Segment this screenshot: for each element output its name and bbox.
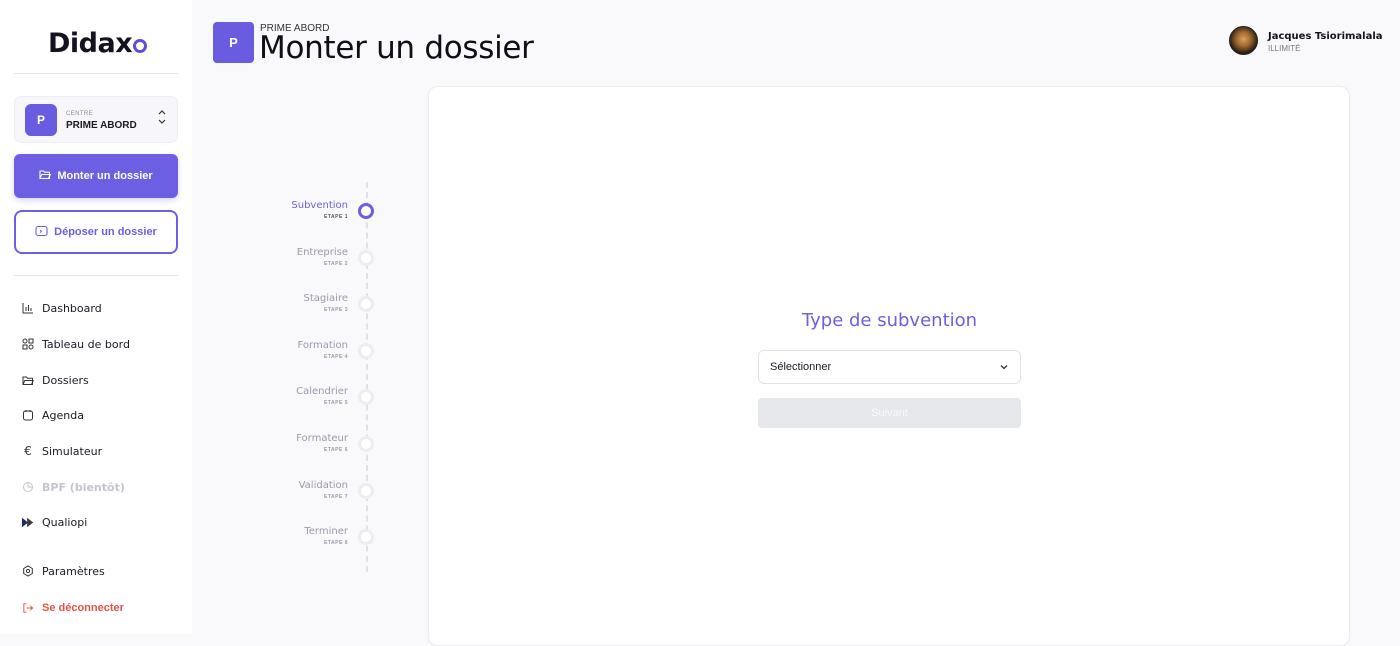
step-4[interactable]: Formation ETAPE 4: [250, 340, 380, 370]
divider: [14, 73, 178, 74]
calendar-icon: [22, 409, 34, 421]
step-indicator: [358, 342, 374, 359]
select-value: Sélectionner: [770, 361, 832, 373]
nav-parametres-label: Paramètres: [42, 564, 105, 578]
logo[interactable]: Didax: [48, 28, 148, 59]
pie-chart-icon: [22, 481, 34, 493]
step-number: ETAPE 2: [324, 260, 348, 267]
nav-qualiopi[interactable]: Qualiopi: [22, 512, 87, 532]
nav-tableau-de-bord[interactable]: Tableau de bord: [22, 334, 130, 354]
step-label: Formateur: [296, 433, 348, 444]
page-title: Monter un dossier: [259, 30, 534, 66]
folder-icon: [22, 374, 34, 386]
step-number: ETAPE 8: [324, 540, 348, 547]
deposer-dossier-label: Déposer un dossier: [54, 226, 157, 238]
step-8[interactable]: Terminer ETAPE 8: [250, 526, 380, 556]
user-profile[interactable]: Jacques Tsiorimalala ILLIMITÉ: [1228, 25, 1388, 57]
deposer-dossier-button[interactable]: Déposer un dossier: [14, 210, 178, 254]
step-number: ETAPE 3: [324, 307, 348, 314]
nav-tableau-label: Tableau de bord: [42, 337, 130, 351]
qualiopi-icon: [22, 516, 34, 528]
centre-selector[interactable]: P CENTRE PRIME ABORD: [14, 96, 178, 143]
chevron-up-down-icon: [157, 109, 167, 127]
gear-icon: [22, 565, 34, 577]
nav-dossiers[interactable]: Dossiers: [22, 370, 89, 390]
step-label: Terminer: [304, 526, 348, 538]
nav-dashboard-label: Dashboard: [42, 301, 102, 315]
logout-label: Se déconnecter: [42, 602, 124, 614]
nav-qualiopi-label: Qualiopi: [42, 515, 88, 529]
avatar: [1229, 26, 1258, 55]
step-indicator: [358, 529, 374, 546]
chevron-down-icon: [999, 362, 1009, 372]
step-label: Stagiaire: [303, 293, 348, 305]
bar-chart-icon: [22, 302, 34, 314]
centre-caption: CENTRE: [66, 111, 94, 117]
step-2[interactable]: Entreprise ETAPE 2: [250, 247, 380, 277]
step-1[interactable]: Subvention ETAPE 1: [250, 200, 380, 230]
logo-mark: [133, 39, 148, 53]
step-number: ETAPE 5: [324, 400, 348, 407]
user-plan: ILLIMITÉ: [1268, 44, 1301, 53]
step-5[interactable]: Calendrier ETAPE 5: [250, 386, 380, 416]
step-indicator: [358, 249, 374, 266]
step-7[interactable]: Validation ETAPE 7: [250, 480, 380, 510]
nav-simulateur[interactable]: € Simulateur: [22, 441, 102, 461]
step-indicator: [358, 203, 374, 219]
nav-simulateur-label: Simulateur: [42, 444, 103, 458]
nav-agenda[interactable]: Agenda: [22, 405, 84, 425]
nav-bpf: BPF (bientôt): [22, 477, 125, 497]
user-name: Jacques Tsiorimalala: [1268, 31, 1383, 42]
logout-icon: [22, 602, 34, 614]
next-button[interactable]: Suivant: [758, 398, 1021, 428]
nav-agenda-label: Agenda: [42, 408, 84, 422]
folder-upload-icon: [35, 225, 48, 240]
logout-button[interactable]: Se déconnecter: [22, 598, 124, 618]
step-label: Calendrier: [296, 386, 348, 398]
step-label: Validation: [298, 479, 348, 491]
monter-dossier-label: Monter un dossier: [57, 170, 153, 182]
divider: [14, 275, 178, 276]
form-title: Type de subvention: [801, 310, 978, 331]
centre-name: PRIME ABORD: [66, 120, 137, 131]
next-label: Suivant: [871, 407, 908, 419]
step-number: ETAPE 4: [324, 353, 348, 360]
step-number: ETAPE 6: [324, 447, 348, 453]
nav-dashboard[interactable]: Dashboard: [22, 298, 102, 318]
stepper-track: [366, 182, 368, 572]
monter-dossier-button[interactable]: Monter un dossier: [14, 154, 178, 198]
step-3[interactable]: Stagiaire ETAPE 3: [250, 293, 380, 323]
step-indicator: [358, 436, 374, 452]
sidebar: Didax P CENTRE PRIME ABORD Monter un dos…: [0, 0, 192, 634]
grid-icon: [22, 338, 34, 350]
folder-icon: [39, 169, 52, 183]
nav-parametres[interactable]: Paramètres: [22, 561, 105, 581]
subvention-type-select[interactable]: Sélectionner: [758, 350, 1021, 384]
step-label: Entreprise: [296, 246, 348, 258]
step-indicator: [358, 482, 374, 499]
step-label: Subvention: [291, 200, 348, 211]
step-label: Formation: [297, 339, 348, 351]
nav-bpf-label: BPF (bientôt): [42, 480, 125, 494]
nav-dossiers-label: Dossiers: [42, 373, 89, 387]
step-indicator: [358, 389, 374, 406]
step-number: ETAPE 7: [324, 493, 348, 500]
header-avatar: P: [213, 22, 254, 63]
euro-icon: €: [24, 444, 32, 458]
centre-avatar: P: [25, 104, 57, 136]
step-indicator: [358, 296, 374, 313]
step-6[interactable]: Formateur ETAPE 6: [250, 433, 380, 463]
step-number: ETAPE 1: [324, 214, 348, 220]
